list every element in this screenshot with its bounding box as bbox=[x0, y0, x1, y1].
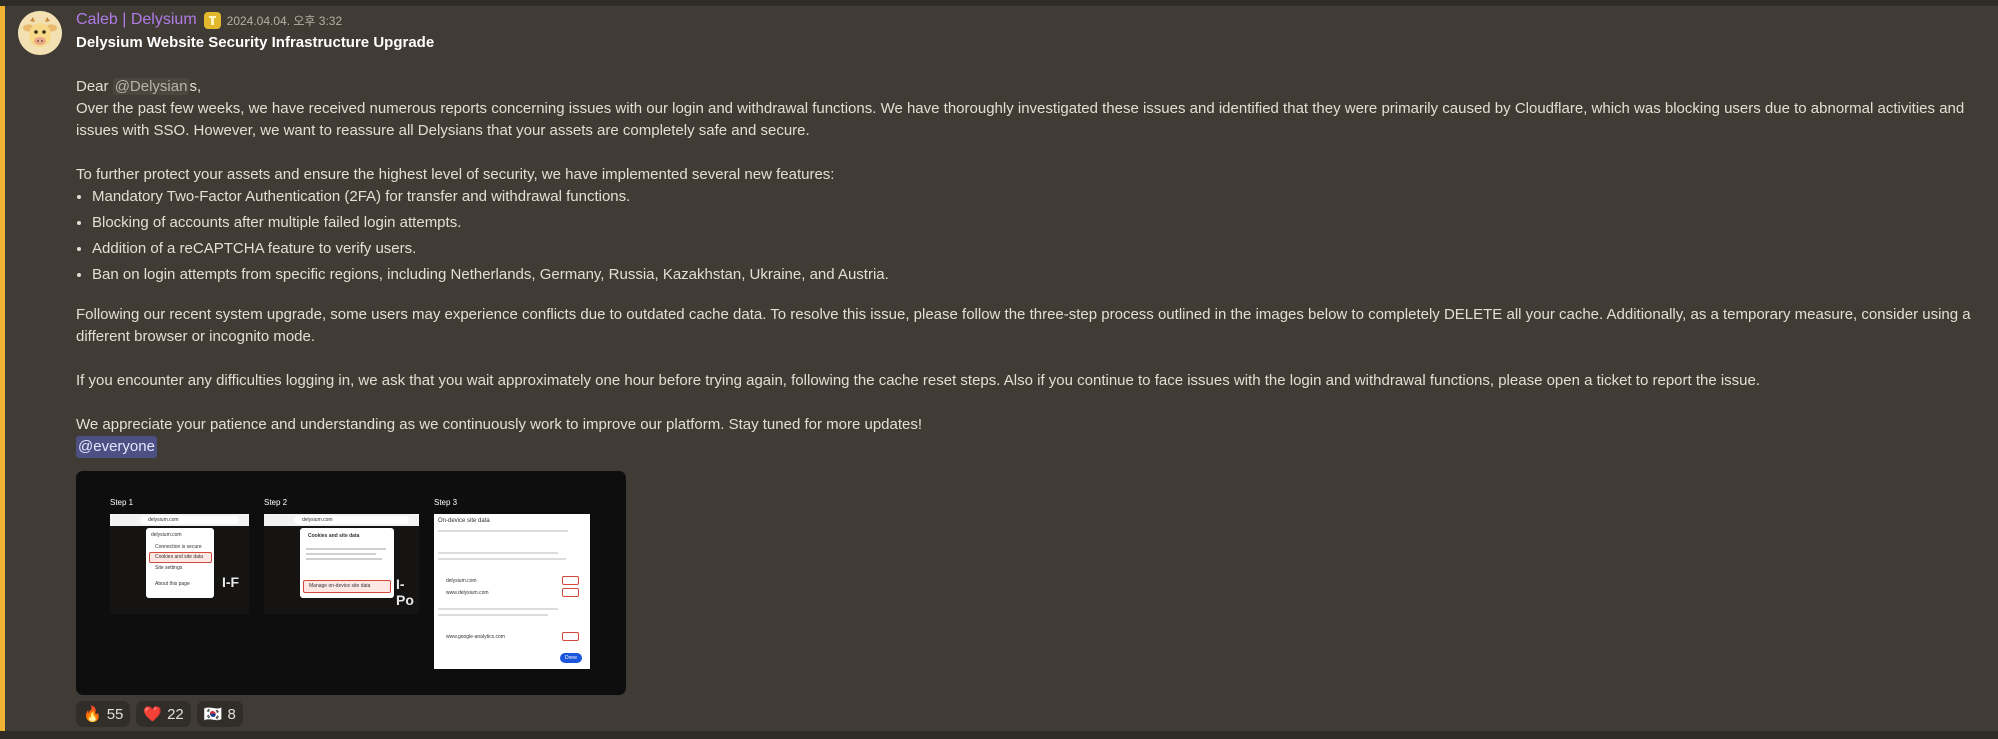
cookies-popup: Cookies and site data Manage on-device s… bbox=[300, 528, 394, 598]
reaction-heart[interactable]: ❤️ 22 bbox=[136, 701, 191, 727]
panel-title: On-device site data bbox=[438, 518, 490, 524]
paragraph-1: Over the past few weeks, we have receive… bbox=[76, 100, 1965, 139]
menu-item: delysium.com bbox=[151, 532, 182, 538]
message: Caleb | Delysium 2024.04.04. 오후 3:32 Del… bbox=[76, 9, 1976, 458]
step3-screenshot: On-device site data delysium.com www.del… bbox=[434, 514, 590, 669]
address-bar: delysium.com bbox=[110, 514, 249, 526]
reaction-fire[interactable]: 🔥 55 bbox=[76, 701, 131, 727]
reaction-flag[interactable]: 🇰🇷 8 bbox=[196, 701, 243, 727]
paragraph-5: We appreciate your patience and understa… bbox=[76, 416, 923, 433]
role-badge-icon[interactable] bbox=[203, 11, 221, 29]
list-item: Blocking of accounts after multiple fail… bbox=[92, 212, 1976, 234]
step1-screenshot: delysium.com I-F delysium.com Connection… bbox=[110, 514, 249, 614]
url-text: delysium.com bbox=[140, 516, 239, 524]
menu-item: Connection is secure bbox=[155, 544, 202, 550]
reaction-count: 8 bbox=[227, 705, 236, 723]
everyone-mention[interactable]: @everyone bbox=[76, 436, 157, 458]
cow-avatar-icon bbox=[18, 11, 62, 55]
list-item: Addition of a reCAPTCHA feature to verif… bbox=[92, 238, 1976, 260]
bottom-divider bbox=[0, 731, 1998, 739]
message-header: Caleb | Delysium 2024.04.04. 오후 3:32 bbox=[76, 9, 1976, 31]
site-row: delysium.com bbox=[446, 578, 477, 584]
top-divider bbox=[0, 0, 1998, 6]
fire-icon: 🔥 bbox=[83, 705, 102, 723]
address-bar: delysium.com bbox=[264, 514, 419, 526]
step2-screenshot: delysium.com I-Po Cookies and site data … bbox=[264, 514, 419, 614]
list-item: Mandatory Two-Factor Authentication (2FA… bbox=[92, 186, 1976, 208]
popup-title: Cookies and site data bbox=[308, 533, 360, 539]
reaction-count: 55 bbox=[106, 705, 124, 723]
greeting-prefix: Dear bbox=[76, 78, 113, 95]
greeting: Dear @Delysian s, bbox=[76, 76, 1976, 98]
image-attachment[interactable]: Step 1 delysium.com I-F delysium.com Con… bbox=[76, 471, 626, 695]
done-button: Done bbox=[560, 653, 582, 663]
paragraph-3: Following our recent system upgrade, som… bbox=[76, 306, 1971, 345]
page-fragment: I-F bbox=[222, 574, 240, 590]
message-body: Dear @Delysian s, Over the past few weeks… bbox=[76, 76, 1976, 458]
delete-icon bbox=[562, 576, 579, 585]
menu-item: Site settings bbox=[155, 565, 183, 571]
paragraph-2: To further protect your assets and ensur… bbox=[76, 166, 835, 183]
url-text: delysium.com bbox=[294, 516, 409, 524]
step1-label: Step 1 bbox=[110, 498, 134, 507]
list-item: Ban on login attempts from specific regi… bbox=[92, 264, 1976, 286]
menu-item: Cookies and site data bbox=[155, 554, 204, 560]
delete-icon bbox=[562, 632, 579, 641]
greeting-suffix: s, bbox=[189, 78, 202, 95]
site-info-menu: delysium.com Connection is secure Cookie… bbox=[146, 528, 214, 598]
feature-list: Mandatory Two-Factor Authentication (2FA… bbox=[76, 186, 1976, 286]
paragraph-4: If you encounter any difficulties loggin… bbox=[76, 372, 1761, 389]
step3-label: Step 3 bbox=[434, 498, 458, 507]
message-title: Delysium Website Security Infrastructure… bbox=[76, 34, 435, 51]
timestamp[interactable]: 2024.04.04. 오후 3:32 bbox=[227, 12, 343, 29]
mention-highlight-bar bbox=[0, 6, 5, 731]
user-mention[interactable]: @Delysian bbox=[112, 78, 190, 95]
reactions-bar: 🔥 55 ❤️ 22 🇰🇷 8 bbox=[76, 701, 243, 727]
site-row: www.delysium.com bbox=[446, 590, 489, 596]
manage-data-item: Manage on-device site data bbox=[309, 583, 371, 589]
korea-flag-icon: 🇰🇷 bbox=[203, 705, 223, 723]
step2-label: Step 2 bbox=[264, 498, 288, 507]
menu-item: About this page bbox=[155, 581, 190, 587]
reaction-count: 22 bbox=[167, 705, 184, 723]
author-name[interactable]: Caleb | Delysium bbox=[76, 11, 197, 29]
delete-icon bbox=[562, 588, 579, 597]
heart-icon: ❤️ bbox=[143, 705, 163, 723]
site-row: www.google-analytics.com bbox=[446, 634, 505, 640]
page-fragment: I-Po bbox=[396, 576, 414, 608]
avatar[interactable] bbox=[18, 11, 62, 55]
